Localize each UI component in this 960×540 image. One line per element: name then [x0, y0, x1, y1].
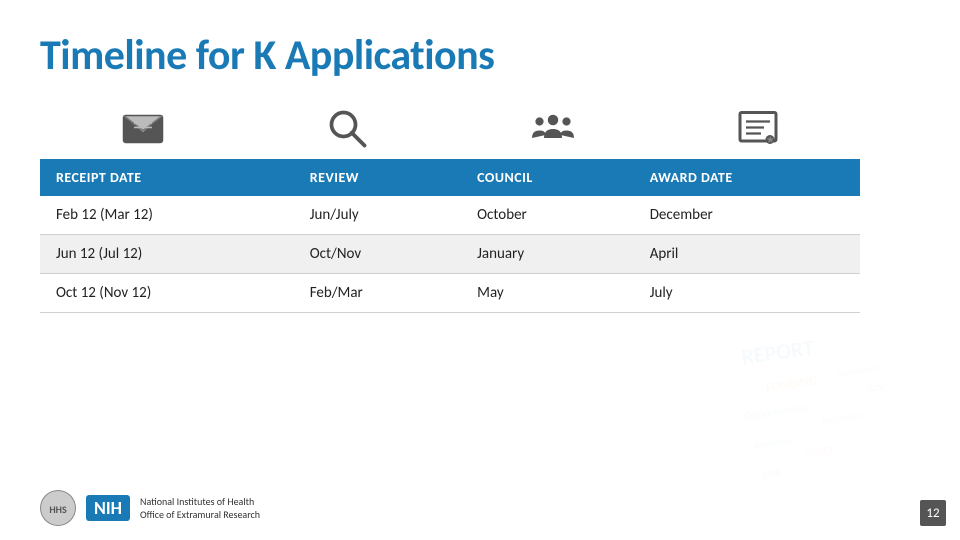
svg-text:REPORT: REPORT: [740, 334, 816, 371]
slide: Timeline for K Applications: [0, 0, 960, 540]
header-receipt-date: RECEIPT DATE: [40, 159, 294, 196]
nih-logo: NIH: [86, 495, 130, 521]
footer: HHS NIH National Institutes of Health Of…: [40, 490, 260, 526]
header-council: COUNCIL: [461, 159, 634, 196]
search-icon-cell: [245, 99, 450, 159]
cell-review-1: Jun/July: [294, 196, 461, 235]
cell-council-1: October: [461, 196, 634, 235]
envelope-icon: [119, 105, 167, 153]
cell-receipt-3: Oct 12 (Nov 12): [40, 274, 294, 313]
cell-review-3: Feb/Mar: [294, 274, 461, 313]
cell-review-2: Oct/Nov: [294, 235, 461, 274]
header-review: REVIEW: [294, 159, 461, 196]
table-row: Feb 12 (Mar 12) Jun/July October Decembe…: [40, 196, 860, 235]
table-row: Oct 12 (Nov 12) Feb/Mar May July: [40, 274, 860, 313]
svg-text:FUNDiNG: FUNDiNG: [765, 373, 818, 395]
award-icon: [734, 105, 782, 153]
page-number: 12: [920, 500, 946, 526]
svg-text:HHS: HHS: [49, 503, 67, 516]
svg-text:Application: Application: [820, 408, 867, 427]
cell-council-3: May: [461, 274, 634, 313]
council-icon-cell: [450, 99, 655, 159]
cell-receipt-1: Feb 12 (Mar 12): [40, 196, 294, 235]
table-row: Jun 12 (Jul 12) Oct/Nov January April: [40, 235, 860, 274]
cell-receipt-2: Jun 12 (Jul 12): [40, 235, 294, 274]
icons-row: [40, 99, 860, 159]
award-icon-cell: [655, 99, 860, 159]
cell-award-2: April: [634, 235, 860, 274]
envelope-icon-cell: [40, 99, 245, 159]
slide-title: Timeline for K Applications: [40, 30, 920, 81]
cell-council-2: January: [461, 235, 634, 274]
council-icon: [529, 105, 577, 153]
svg-text:GOV: GOV: [867, 382, 886, 395]
svg-text:Opportunities: Opportunities: [744, 401, 807, 423]
svg-text:Accessibility: Accessibility: [834, 362, 880, 379]
hhs-logo: HHS: [40, 490, 76, 526]
table-header-row: RECEIPT DATE REVIEW COUNCIL AWARD DATE: [40, 159, 860, 196]
cell-award-3: July: [634, 274, 860, 313]
svg-text:OFFICE: OFFICE: [805, 443, 835, 460]
search-icon: [324, 105, 372, 153]
header-award-date: AWARD DATE: [634, 159, 860, 196]
svg-text:Workforce: Workforce: [753, 435, 793, 451]
watermark: REPORT FUNDiNG Opportunities Application…: [740, 320, 960, 500]
cell-award-1: December: [634, 196, 860, 235]
timeline-table: RECEIPT DATE REVIEW COUNCIL AWARD DATE F…: [40, 159, 860, 313]
footer-org-text: National Institutes of Health Office of …: [140, 495, 260, 521]
svg-text:STTR: STTR: [762, 467, 781, 480]
